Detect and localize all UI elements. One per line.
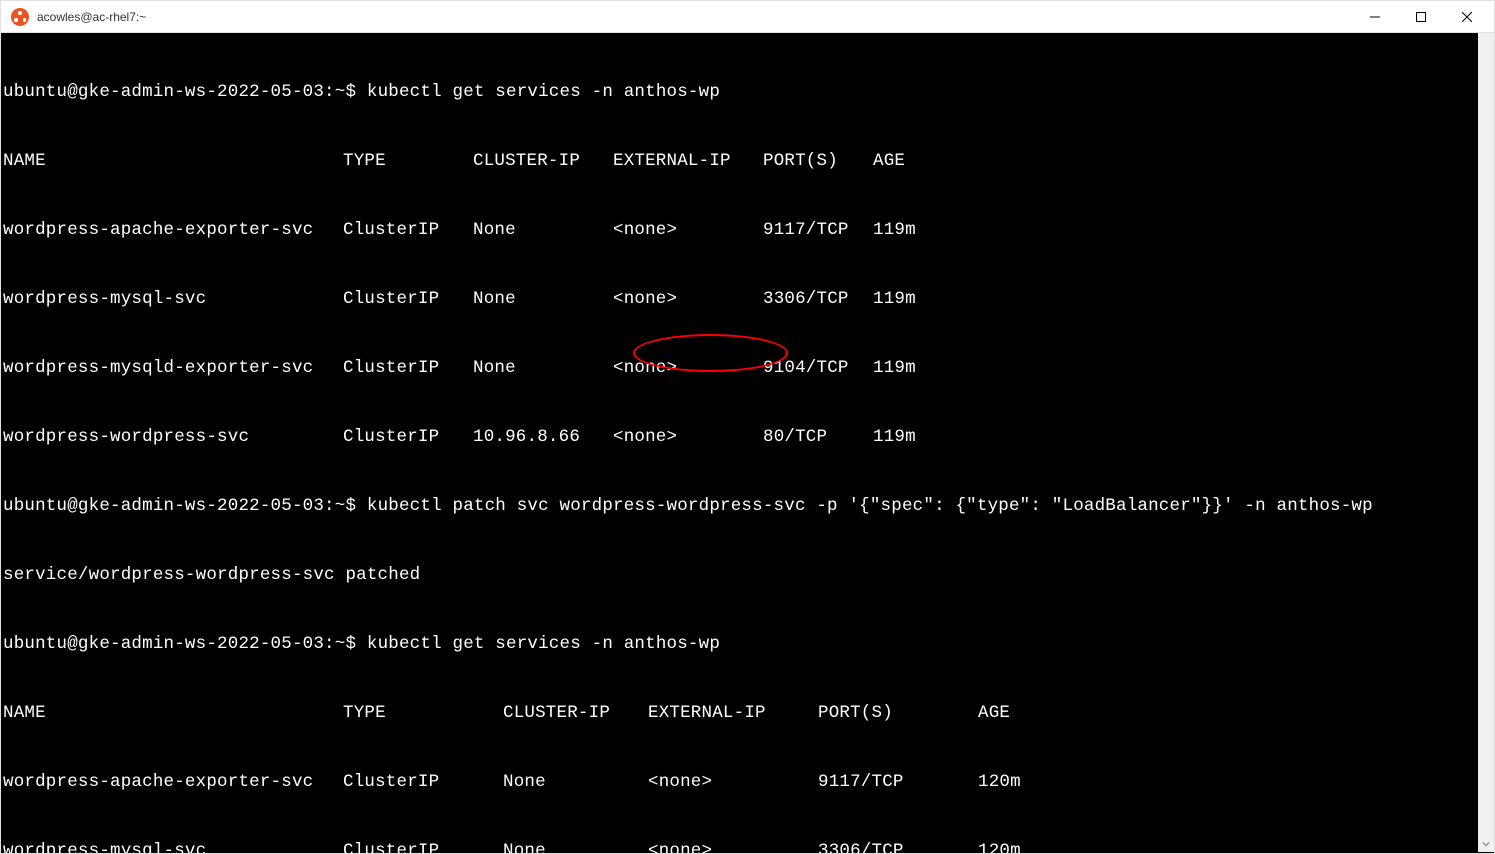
command: kubectl patch svc wordpress-wordpress-sv… [367, 496, 1373, 516]
table-row: wordpress-apache-exporter-svcClusterIPNo… [3, 771, 1492, 794]
window-frame: acowles@ac-rhel7:~ ubuntu@gke-admin-ws-2… [0, 0, 1495, 854]
terminal-content: ubuntu@gke-admin-ws-2022-05-03:~$ kubect… [3, 35, 1492, 853]
table-header: TYPE [343, 702, 503, 725]
table-header: CLUSTER-IP [503, 702, 648, 725]
window-title: acowles@ac-rhel7:~ [37, 10, 1352, 24]
ubuntu-icon [11, 8, 29, 26]
table-header: TYPE [343, 150, 473, 173]
table-header: PORT(S) [763, 150, 873, 173]
window-controls [1352, 1, 1490, 32]
table-header: PORT(S) [818, 702, 978, 725]
vertical-scrollbar[interactable] [1478, 33, 1494, 852]
terminal-body[interactable]: ubuntu@gke-admin-ws-2022-05-03:~$ kubect… [1, 33, 1494, 853]
table-header: AGE [873, 150, 953, 173]
table-row: wordpress-mysqld-exporter-svcClusterIPNo… [3, 357, 1492, 380]
minimize-button[interactable] [1352, 1, 1398, 33]
prompt: ubuntu@gke-admin-ws-2022-05-03:~$ [3, 82, 356, 102]
table-header: NAME [3, 702, 343, 725]
command: kubectl get services -n anthos-wp [367, 634, 720, 654]
command-output: service/wordpress-wordpress-svc patched [3, 564, 1492, 587]
table-row: wordpress-wordpress-svcClusterIP10.96.8.… [3, 426, 1492, 449]
table-row: wordpress-mysql-svcClusterIPNone<none>33… [3, 288, 1492, 311]
scrollbar-down-icon[interactable] [1478, 836, 1494, 852]
close-button[interactable] [1444, 1, 1490, 33]
table-header: EXTERNAL-IP [648, 702, 818, 725]
table-header: CLUSTER-IP [473, 150, 613, 173]
prompt: ubuntu@gke-admin-ws-2022-05-03:~$ [3, 496, 356, 516]
command: kubectl get services -n anthos-wp [367, 82, 720, 102]
table-row: wordpress-mysql-svcClusterIPNone<none>33… [3, 840, 1492, 853]
table-header: AGE [978, 702, 1058, 725]
titlebar[interactable]: acowles@ac-rhel7:~ [1, 1, 1494, 33]
maximize-button[interactable] [1398, 1, 1444, 33]
prompt: ubuntu@gke-admin-ws-2022-05-03:~$ [3, 634, 356, 654]
table-header: NAME [3, 150, 343, 173]
table-row: wordpress-apache-exporter-svcClusterIPNo… [3, 219, 1492, 242]
table-header: EXTERNAL-IP [613, 150, 763, 173]
